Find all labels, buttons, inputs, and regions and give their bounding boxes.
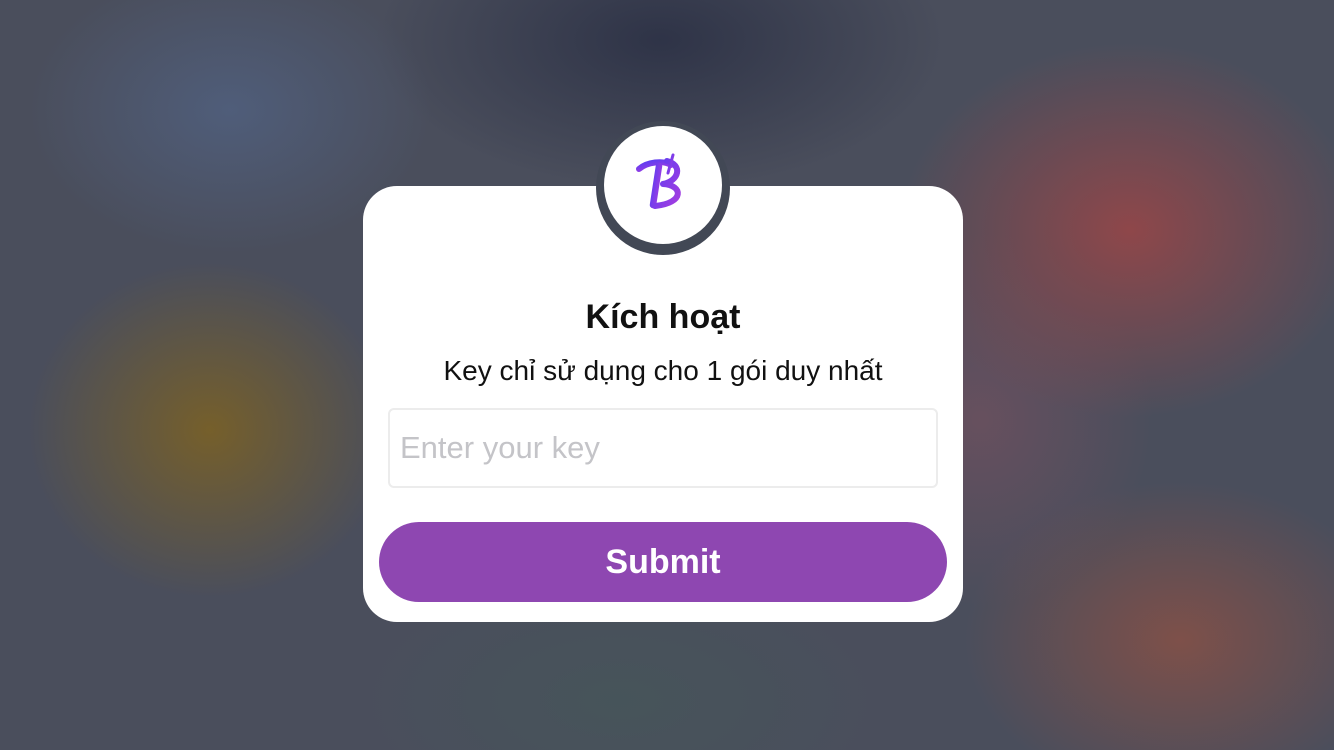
brand-b-logo-icon [636,153,681,209]
brand-logo [604,126,722,244]
submit-button[interactable]: Submit [379,522,947,602]
dialog-subtitle: Key chỉ sử dụng cho 1 gói duy nhất [443,355,883,386]
key-input[interactable] [388,408,938,488]
dialog-title: Kích hoạt [585,298,741,336]
